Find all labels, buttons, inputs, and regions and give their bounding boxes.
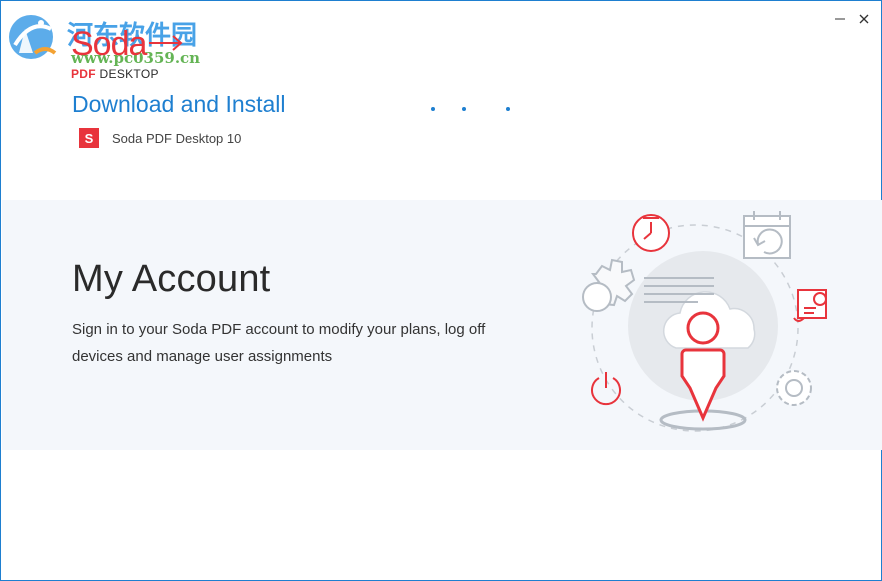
clock-icon bbox=[632, 214, 670, 252]
gear-small-icon bbox=[776, 370, 812, 406]
progress-dot bbox=[431, 107, 435, 111]
minimize-button[interactable] bbox=[827, 7, 853, 31]
progress-dot bbox=[506, 107, 510, 111]
product-row: S Soda PDF Desktop 10 bbox=[79, 128, 241, 148]
brand-name: Soda bbox=[71, 25, 147, 63]
brand-arrow-icon bbox=[149, 35, 183, 51]
gear-icon bbox=[582, 258, 636, 312]
brand-subtitle: PDF DESKTOP bbox=[71, 67, 159, 81]
my-account-panel: My Account Sign in to your Soda PDF acco… bbox=[2, 200, 882, 450]
brand-sub-desktop: DESKTOP bbox=[99, 67, 159, 81]
product-name: Soda PDF Desktop 10 bbox=[112, 130, 242, 146]
close-button[interactable] bbox=[851, 7, 877, 31]
progress-dots bbox=[429, 107, 519, 113]
download-install-title: Download and Install bbox=[72, 91, 286, 117]
certificate-icon bbox=[793, 289, 827, 322]
minimize-icon bbox=[835, 18, 845, 20]
installer-window: 河东软件园 www.pc0359.cn Soda PDF DESKTOP Dow… bbox=[0, 0, 882, 581]
my-account-description: Sign in to your Soda PDF account to modi… bbox=[72, 321, 486, 365]
close-icon bbox=[859, 14, 869, 24]
brand-sub-pdf: PDF bbox=[71, 67, 96, 81]
watermark-logo-icon bbox=[9, 15, 57, 59]
power-icon bbox=[591, 372, 621, 406]
calendar-refresh-icon bbox=[743, 211, 791, 259]
my-account-title: My Account bbox=[72, 258, 271, 300]
account-illustration bbox=[582, 211, 827, 432]
progress-dot bbox=[462, 107, 466, 111]
soda-product-icon: S bbox=[79, 128, 99, 148]
user-icon bbox=[680, 311, 726, 422]
